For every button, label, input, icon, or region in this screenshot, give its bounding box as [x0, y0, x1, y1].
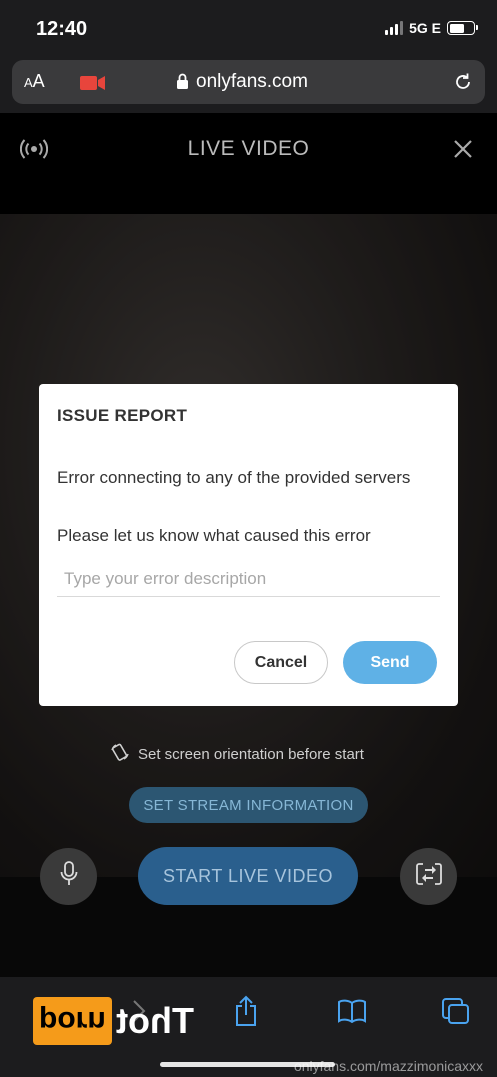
reload-icon[interactable] [453, 72, 473, 97]
video-camera-icon[interactable] [80, 75, 106, 96]
live-header: LIVE VIDEO [0, 113, 497, 214]
switch-camera-icon [415, 861, 443, 892]
live-title: LIVE VIDEO [187, 137, 310, 160]
close-icon[interactable] [453, 139, 473, 164]
switch-camera-button[interactable] [400, 848, 457, 905]
set-stream-info-button[interactable]: SET STREAM INFORMATION [129, 787, 368, 823]
error-description-input[interactable] [57, 562, 440, 597]
status-bar: 12:40 5G E [0, 0, 497, 56]
url-text[interactable]: onlyfans.com [196, 71, 308, 93]
network-label: 5G E [409, 20, 441, 36]
microphone-button[interactable] [40, 848, 97, 905]
book-icon[interactable] [337, 999, 367, 1028]
error-message: Error connecting to any of the provided … [57, 468, 411, 487]
rotate-phone-icon [110, 742, 130, 766]
status-indicators: 5G E [385, 20, 478, 36]
orientation-hint-text: Set screen orientation before start [138, 745, 364, 763]
watermark-logo-text: Thot [115, 1000, 194, 1041]
orientation-hint: Set screen orientation before start [110, 742, 364, 766]
microphone-icon [60, 861, 78, 892]
lock-icon [176, 73, 189, 95]
error-prompt: Please let us know what caused this erro… [57, 526, 371, 545]
cancel-button[interactable]: Cancel [234, 641, 328, 684]
text-size-label: A [32, 71, 45, 91]
issue-report-dialog: ISSUE REPORT Error connecting to any of … [39, 384, 458, 706]
start-live-video-button[interactable]: START LIVE VIDEO [138, 847, 358, 905]
watermark-logo-box: porn [33, 997, 112, 1045]
send-button[interactable]: Send [343, 641, 437, 684]
tabs-icon[interactable] [441, 997, 471, 1030]
address-bar[interactable]: AA onlyfans.com [12, 60, 485, 104]
watermark-url: onlyfans.com/mazzimonicaxxx [293, 1058, 483, 1074]
watermark-logo: porn Thot [33, 997, 194, 1045]
status-time: 12:40 [36, 18, 88, 40]
dialog-title: ISSUE REPORT [57, 406, 188, 425]
signal-icon [385, 21, 404, 35]
browser-address-area: AA onlyfans.com [0, 56, 497, 113]
battery-icon [447, 21, 478, 35]
text-size-button[interactable]: AA [24, 71, 45, 92]
share-icon[interactable] [233, 995, 259, 1032]
